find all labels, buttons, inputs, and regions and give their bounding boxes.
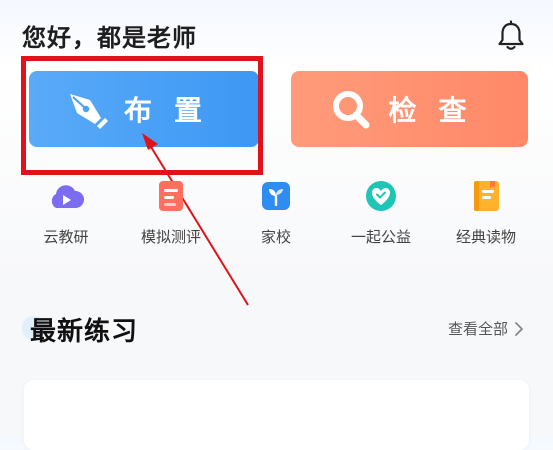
shortcut-classic-reading[interactable]: 经典读物 (431, 178, 541, 247)
shortcut-label: 模拟测评 (140, 228, 201, 246)
section-title: 最新练习 (30, 317, 139, 347)
chevron-right-icon (515, 321, 523, 336)
view-all-label: 查看全部 (448, 320, 509, 338)
shortcut-cloud-research[interactable]: 云教研 (11, 178, 121, 247)
greeting-title: 您好，都是老师 (22, 24, 197, 52)
cloud-play-icon (48, 178, 85, 214)
shortcut-mock-exam[interactable]: 模拟测评 (116, 178, 226, 247)
sprout-icon (258, 178, 294, 214)
magnifier-icon (333, 91, 370, 129)
shortcut-home-school[interactable]: 家校 (221, 178, 331, 247)
heart-icon (363, 178, 399, 214)
shortcut-label: 家校 (260, 228, 291, 246)
exercise-card[interactable] (24, 380, 529, 450)
shortcut-label: 云教研 (43, 228, 89, 246)
bell-icon[interactable] (496, 20, 526, 52)
shortcut-label: 经典读物 (455, 228, 516, 246)
book-icon (468, 178, 504, 214)
pen-nib-icon (69, 94, 108, 129)
check-button[interactable]: 检查 (291, 71, 528, 147)
shortcut-charity[interactable]: 一起公益 (326, 178, 436, 247)
shortcut-label: 一起公益 (350, 228, 411, 246)
view-all-link[interactable]: 查看全部 (448, 318, 526, 339)
assign-label: 布置 (123, 94, 224, 127)
assign-button[interactable]: 布置 (29, 71, 259, 147)
check-label: 检查 (388, 94, 489, 127)
shortcut-bar: 云教研 模拟测评 家校 一起公益 经典读物 (0, 178, 553, 258)
document-icon (153, 178, 189, 214)
